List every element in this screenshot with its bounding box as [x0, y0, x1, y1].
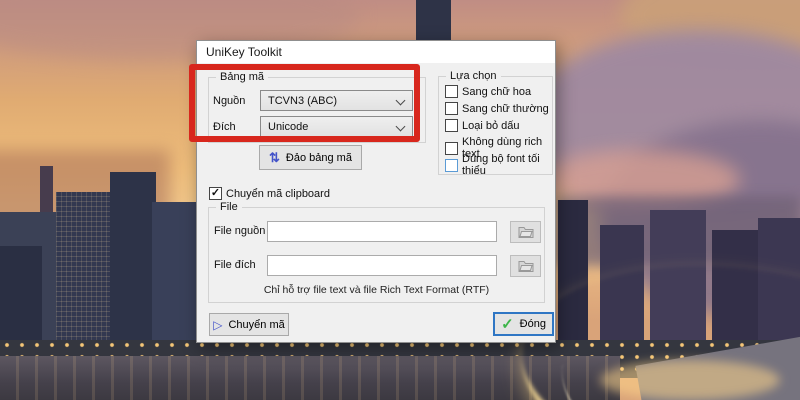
file-support-note: Chỉ hỗ trợ file text và file Rich Text F…: [209, 284, 544, 296]
building: [110, 172, 156, 362]
file-groupbox: File File nguồn File đích Chỉ hỗ trợ fil…: [208, 207, 545, 303]
window-title: UniKey Toolkit: [206, 45, 282, 59]
title-bar[interactable]: UniKey Toolkit: [197, 41, 555, 63]
source-charset-dropdown[interactable]: TCVN3 (ABC): [260, 90, 413, 111]
folder-open-icon: [518, 226, 534, 238]
file-group-label: File: [216, 201, 242, 213]
building: [56, 192, 112, 362]
swap-button-label: Đảo bảng mã: [286, 152, 352, 164]
checkbox[interactable]: [445, 102, 458, 115]
unikey-toolkit-window: UniKey Toolkit Bảng mã Nguồn TCVN3 (ABC)…: [196, 40, 556, 343]
clipboard-checkbox-row[interactable]: Chuyển mã clipboard: [209, 187, 330, 200]
target-file-label: File đích: [214, 259, 256, 271]
swap-charsets-button[interactable]: ⇅ Đảo bảng mã: [259, 145, 362, 170]
green-check-icon: ✓: [501, 317, 514, 332]
clipboard-checkbox-label: Chuyển mã clipboard: [226, 188, 330, 200]
checkbox-label: Sang chữ hoa: [462, 86, 531, 98]
browse-target-button[interactable]: [510, 255, 541, 277]
checkbox-row[interactable]: Sang chữ thường: [445, 102, 549, 115]
browse-source-button[interactable]: [510, 221, 541, 243]
folder-open-icon: [518, 260, 534, 272]
close-button-label: Đóng: [520, 318, 546, 330]
target-charset-value: Unicode: [268, 121, 308, 133]
checkbox-label: Sang chữ thường: [462, 103, 549, 115]
source-charset-label: Nguồn: [213, 95, 245, 107]
screenshot-stage: UniKey Toolkit Bảng mã Nguồn TCVN3 (ABC)…: [0, 0, 800, 400]
highway-glow: [600, 360, 780, 400]
convert-button[interactable]: ▷ Chuyển mã: [209, 313, 289, 336]
checkbox-label: Loại bỏ dấu: [462, 120, 520, 132]
clipboard-checkbox[interactable]: [209, 187, 222, 200]
checkbox-row[interactable]: Loại bỏ dấu: [445, 119, 520, 132]
checkbox[interactable]: [445, 119, 458, 132]
checkbox-row[interactable]: Sang chữ hoa: [445, 85, 531, 98]
target-charset-label: Đích: [213, 121, 236, 133]
source-file-input[interactable]: [267, 221, 497, 242]
chevron-down-icon: [396, 122, 406, 132]
charset-group-label: Bảng mã: [216, 71, 268, 83]
checkbox[interactable]: [445, 85, 458, 98]
close-button[interactable]: ✓ Đóng: [493, 312, 554, 336]
landmark-tower: [416, 0, 451, 42]
target-charset-dropdown[interactable]: Unicode: [260, 116, 413, 137]
target-file-input[interactable]: [267, 255, 497, 276]
play-icon: ▷: [213, 319, 222, 331]
swap-arrows-icon: ⇅: [269, 151, 280, 164]
chevron-down-icon: [396, 96, 406, 106]
source-file-label: File nguồn: [214, 225, 265, 237]
convert-button-label: Chuyển mã: [228, 319, 284, 331]
options-group-label: Lựa chọn: [446, 70, 501, 82]
checkbox[interactable]: [445, 159, 458, 172]
checkbox-label: Dùng bộ font tối thiểu: [462, 153, 552, 177]
checkbox-row[interactable]: Dùng bộ font tối thiểu: [445, 153, 552, 177]
source-charset-value: TCVN3 (ABC): [268, 95, 337, 107]
options-groupbox: Lựa chọn Sang chữ hoa Sang chữ thường Lo…: [438, 76, 553, 175]
